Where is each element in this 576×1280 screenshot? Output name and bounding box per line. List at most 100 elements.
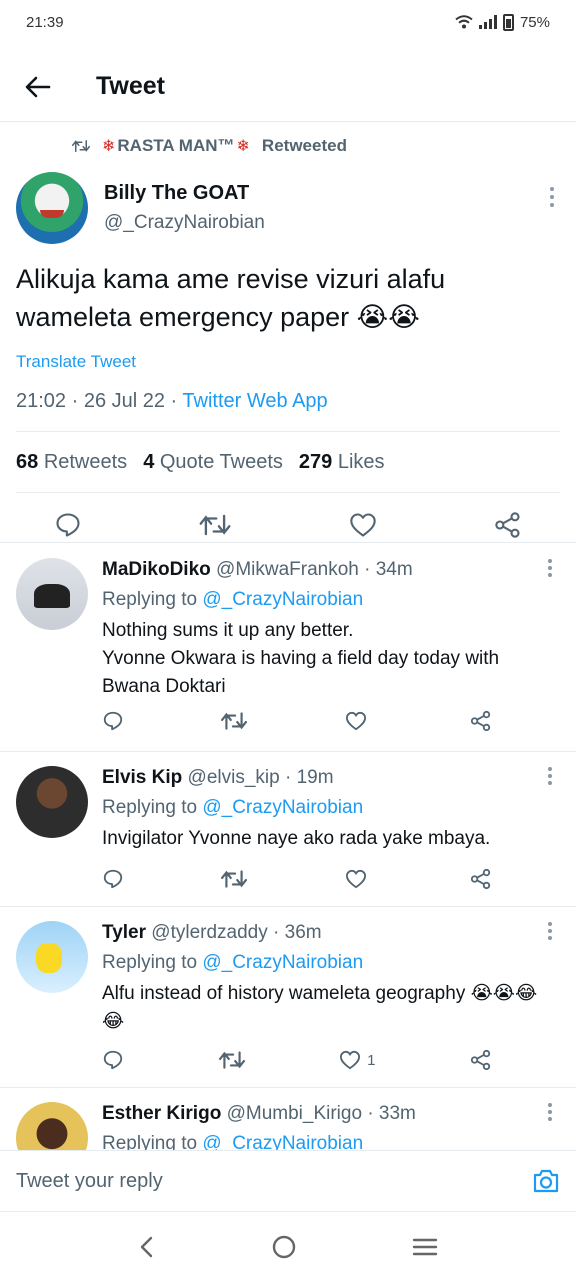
retweeter-name: RASTA MAN™	[117, 136, 235, 155]
battery-icon	[502, 13, 514, 31]
heart-icon	[340, 1050, 361, 1070]
mention-link[interactable]: @_CrazyNairobian	[202, 952, 363, 973]
retweet-icon[interactable]	[218, 1049, 245, 1071]
reply-author-name[interactable]: Elvis Kip	[102, 767, 182, 788]
status-icons: 75%	[455, 13, 550, 31]
reply-actions	[102, 710, 492, 732]
reply-author-name[interactable]: MaDikoDiko	[102, 559, 211, 580]
status-time: 21:39	[26, 13, 64, 31]
share-icon[interactable]	[470, 710, 492, 732]
tweet-actions	[16, 493, 560, 557]
nav-recents-icon[interactable]	[412, 1236, 438, 1258]
system-nav-bar	[0, 1214, 576, 1280]
tweet-stats: 68 Retweets 4 Quote Tweets 279 Likes	[16, 432, 560, 492]
replying-to: Replying to @_CrazyNairobian	[102, 589, 364, 610]
quotes-stat[interactable]: 4 Quote Tweets	[143, 451, 283, 474]
reply-author-meta: @tylerdzaddy · 36m	[151, 922, 322, 943]
reply-author-meta: @Mumbi_Kirigo · 33m	[226, 1103, 416, 1124]
more-options-icon[interactable]	[546, 1102, 554, 1122]
replying-to: Replying to @_CrazyNairobian	[102, 952, 364, 973]
retweet-icon[interactable]	[221, 868, 248, 890]
divider	[0, 751, 576, 752]
avatar[interactable]	[16, 921, 88, 993]
mention-link[interactable]: @_CrazyNairobian	[202, 589, 363, 610]
reply-header: MaDikoDiko @MikwaFrankoh · 34m	[102, 558, 546, 582]
divider	[0, 542, 576, 543]
heart-icon	[345, 869, 366, 889]
likes-stat[interactable]: 279 Likes	[299, 451, 385, 474]
like-action[interactable]	[345, 711, 373, 731]
nav-back-icon[interactable]	[138, 1235, 156, 1259]
maple-leaf-icon: ❄	[102, 138, 116, 155]
like-action[interactable]	[345, 869, 373, 889]
maple-leaf-icon: ❄	[236, 138, 250, 155]
reply-author-name[interactable]: Tyler	[102, 922, 146, 943]
reply-text: Alfu instead of history wameleta geograp…	[102, 983, 538, 1032]
author-handle[interactable]: @_CrazyNairobian	[104, 212, 265, 234]
back-button[interactable]	[0, 52, 76, 122]
main-tweet: Billy The GOAT @_CrazyNairobian Alikuja …	[16, 172, 560, 557]
retweets-stat[interactable]: 68 Retweets	[16, 451, 127, 474]
share-icon[interactable]	[494, 511, 522, 539]
battery-level: 75%	[519, 13, 550, 31]
reply-author-meta: @elvis_kip · 19m	[187, 767, 334, 788]
retweet-icon	[72, 140, 90, 152]
arrow-left-icon	[25, 76, 51, 97]
reply-input[interactable]: Tweet your reply	[16, 1170, 163, 1193]
reply-header: Esther Kirigo @Mumbi_Kirigo · 33m	[102, 1102, 546, 1126]
share-icon[interactable]	[470, 1049, 492, 1071]
author-name[interactable]: Billy The GOAT	[104, 182, 265, 205]
divider	[0, 906, 576, 907]
reply-tweet[interactable]: Tyler @tylerdzaddy · 36m Replying to @_C…	[0, 921, 576, 1085]
reply-actions	[102, 868, 492, 890]
retweeted-indicator[interactable]: ❄ RASTA MAN™ ❄ Retweeted	[72, 136, 347, 156]
like-action[interactable]: 1	[339, 1050, 375, 1070]
reply-header: Elvis Kip @elvis_kip · 19m	[102, 766, 546, 790]
avatar[interactable]	[16, 1102, 88, 1150]
divider	[0, 1087, 576, 1088]
avatar[interactable]	[16, 558, 88, 630]
mention-link[interactable]: @_CrazyNairobian	[202, 1133, 363, 1150]
retweet-icon[interactable]	[199, 512, 231, 538]
author-avatar[interactable]	[16, 172, 88, 244]
reply-icon[interactable]	[102, 868, 124, 890]
tweet-source-link[interactable]: Twitter Web App	[182, 390, 327, 412]
heart-icon[interactable]	[349, 512, 377, 538]
nav-home-icon[interactable]	[271, 1234, 297, 1260]
like-count: 1	[367, 1051, 376, 1069]
status-bar: 21:39 75%	[0, 0, 576, 44]
wifi-icon	[455, 15, 473, 29]
app-header: Tweet	[0, 52, 576, 122]
reply-bar: Tweet your reply	[0, 1150, 576, 1212]
reply-text: Invigilator Yvonne naye ako rada yake mb…	[102, 828, 491, 849]
retweeted-label: Retweeted	[261, 136, 347, 155]
reply-actions: 1	[102, 1049, 492, 1071]
page-title: Tweet	[96, 72, 165, 100]
more-options-icon[interactable]	[546, 921, 554, 941]
reply-icon[interactable]	[102, 710, 124, 732]
tweet-time: 21:02 · 26 Jul 22 ·	[16, 390, 183, 412]
more-options-icon[interactable]	[546, 766, 554, 786]
author-row: Billy The GOAT @_CrazyNairobian	[16, 172, 560, 244]
tweet-text: Alikuja kama ame revise vizuri alafu wam…	[16, 264, 446, 332]
reply-header: Tyler @tylerdzaddy · 36m	[102, 921, 546, 945]
share-icon[interactable]	[470, 868, 492, 890]
avatar[interactable]	[16, 766, 88, 838]
mention-link[interactable]: @_CrazyNairobian	[202, 797, 363, 818]
replying-to: Replying to @_CrazyNairobian	[102, 1132, 546, 1150]
reply-author-meta: @MikwaFrankoh · 34m	[216, 559, 413, 580]
reply-author-name[interactable]: Esther Kirigo	[102, 1103, 221, 1124]
reply-icon[interactable]	[102, 1049, 124, 1071]
replying-to: Replying to @_CrazyNairobian	[102, 797, 364, 818]
more-options-icon[interactable]	[548, 186, 556, 208]
reply-tweet[interactable]: Esther Kirigo @Mumbi_Kirigo · 33m Replyi…	[0, 1102, 576, 1150]
translate-tweet-link[interactable]: Translate Tweet	[16, 352, 560, 372]
retweet-icon[interactable]	[221, 710, 248, 732]
reply-tweet[interactable]: Elvis Kip @elvis_kip · 19m Replying to @…	[0, 766, 576, 904]
signal-icon	[478, 15, 497, 29]
more-options-icon[interactable]	[546, 558, 554, 578]
reply-icon[interactable]	[54, 511, 82, 539]
reply-tweet[interactable]: MaDikoDiko @MikwaFrankoh · 34m Replying …	[0, 558, 576, 748]
heart-icon	[345, 711, 366, 731]
camera-icon[interactable]	[532, 1168, 560, 1194]
